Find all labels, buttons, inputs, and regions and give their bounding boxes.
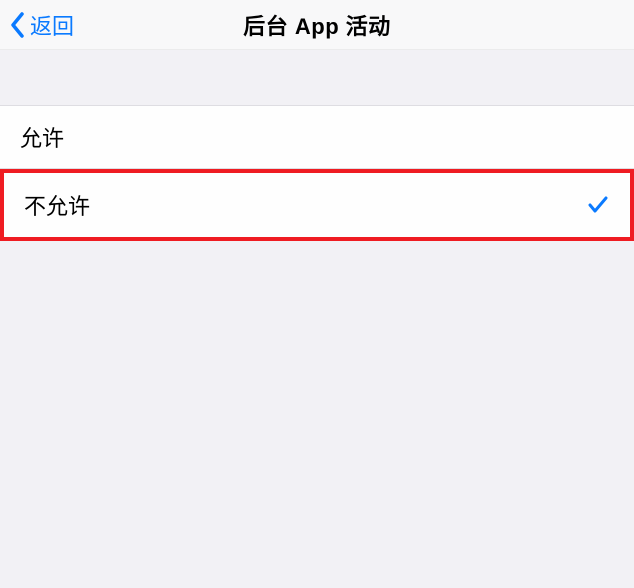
options-list: 允许 不允许 [0, 105, 634, 241]
navbar: 返回 后台 App 活动 [0, 0, 634, 50]
checkmark-icon [586, 193, 610, 217]
section-spacer [0, 50, 634, 105]
option-label: 不允许 [24, 189, 90, 221]
back-label: 返回 [30, 9, 74, 41]
option-deny[interactable]: 不允许 [0, 169, 634, 241]
chevron-left-icon [10, 12, 26, 38]
page-title: 后台 App 活动 [243, 9, 391, 41]
option-label: 允许 [20, 121, 64, 153]
back-button[interactable]: 返回 [0, 9, 74, 41]
option-allow[interactable]: 允许 [0, 105, 634, 169]
